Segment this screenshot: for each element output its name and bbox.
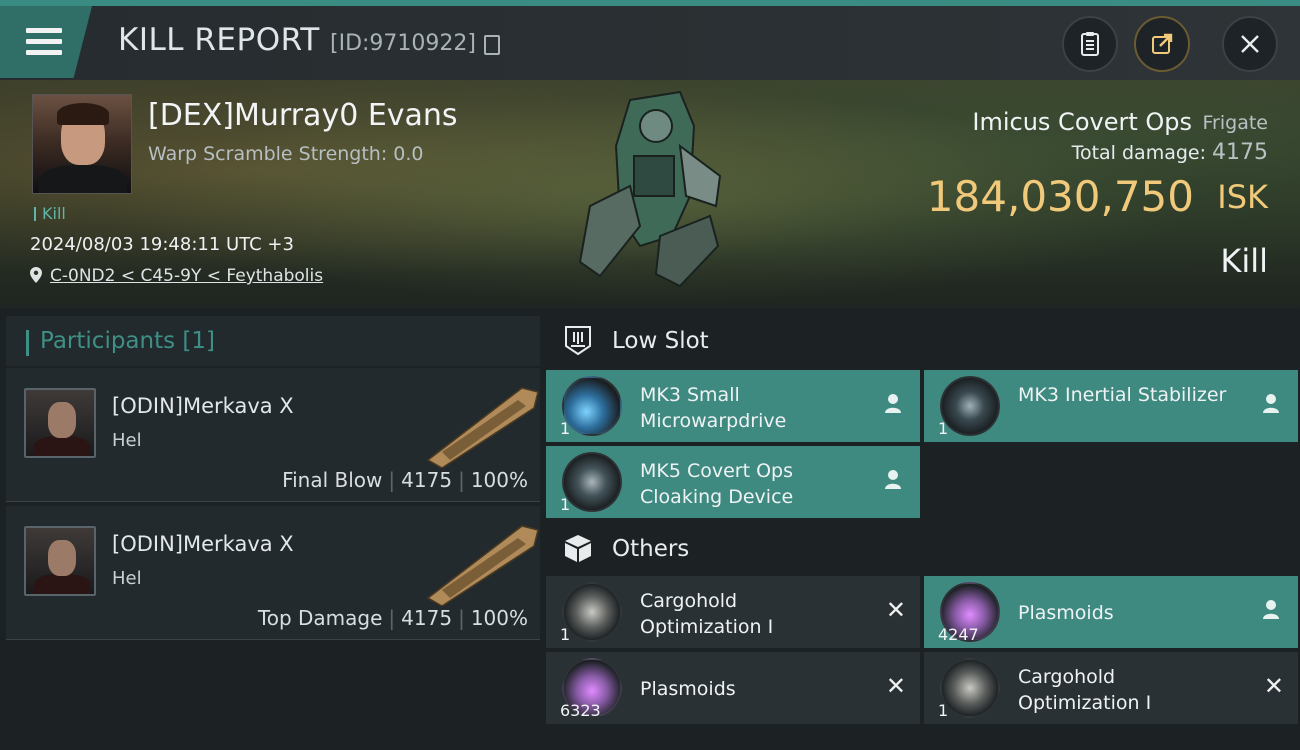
item-name: Plasmoids	[640, 678, 736, 700]
header-accent-line	[0, 0, 1300, 6]
low-slot-header: Low Slot	[544, 310, 1300, 370]
participants-panel: Participants [1] [ODIN]Merkava X Hel Fin…	[0, 308, 540, 750]
item-quantity: 6323	[560, 701, 601, 720]
module-quantity: 1	[560, 495, 571, 514]
close-button[interactable]	[1222, 16, 1278, 72]
module-quantity: 1	[938, 419, 949, 438]
share-button[interactable]	[1134, 16, 1190, 72]
victim-name[interactable]: [DEX]Murray0 Evans	[148, 98, 458, 133]
destroyed-icon: ✕	[1263, 672, 1284, 700]
module-name: MK3 Small Microwarpdrive	[640, 384, 787, 432]
kill-result: Kill	[1220, 242, 1268, 280]
clipboard-icon	[1081, 32, 1099, 56]
close-icon	[1241, 35, 1259, 53]
cargohold-optimization-icon	[562, 582, 622, 642]
participant-stats: Final Blow | 4175 | 100%	[282, 468, 528, 492]
participant-ship: Hel	[112, 430, 142, 451]
item-name: Cargohold Optimization I	[640, 590, 774, 638]
cargohold-optimization-icon	[940, 658, 1000, 718]
cargo-box-icon	[565, 535, 591, 562]
fitting-panel: Low Slot 1 MK3 Small Microwarpdrive 1 MK…	[544, 308, 1300, 750]
participant-row[interactable]: [ODIN]Merkava X Hel Final Blow | 4175 | 100%	[6, 368, 540, 502]
participant-role: Top Damage	[257, 606, 383, 630]
warp-scramble-strength: Warp Scramble Strength: 0.0	[148, 143, 424, 165]
isk-value: 184,030,750	[926, 172, 1194, 221]
others-label: Others	[612, 536, 690, 562]
kill-timestamp: 2024/08/03 19:48:11 UTC +3	[30, 234, 294, 255]
module-name: MK5 Covert Ops Cloaking Device	[640, 460, 794, 508]
participant-damage: 4175	[401, 606, 453, 630]
victim-banner: [DEX]Murray0 Evans Warp Scramble Strengt…	[0, 80, 1300, 308]
item-name: Cargohold Optimization I	[1018, 666, 1152, 714]
participant-portrait[interactable]	[24, 526, 96, 596]
participant-percent: 100%	[470, 468, 528, 492]
destroyed-icon: ✕	[885, 596, 906, 624]
isk-unit: ISK	[1217, 178, 1268, 216]
cargo-item[interactable]: 1 Cargohold Optimization I ✕	[546, 576, 920, 648]
low-slot-icon	[565, 326, 591, 356]
participant-name: [ODIN]Merkava X	[112, 394, 294, 418]
cloaking-device-icon	[562, 452, 622, 512]
location-link[interactable]: C-0ND2 < C45-9Y < Feythabolis	[50, 266, 323, 286]
participant-percent: 100%	[470, 606, 528, 630]
total-damage-value: 4175	[1212, 140, 1268, 165]
hamburger-menu-icon	[26, 28, 62, 56]
cargo-item[interactable]: 6323 Plasmoids ✕	[546, 652, 920, 724]
participants-title: Participants [1]	[26, 328, 215, 356]
others-header: Others	[544, 518, 1300, 578]
destroyed-icon: ✕	[885, 672, 906, 700]
module-slot[interactable]: 1 MK3 Inertial Stabilizer	[924, 370, 1298, 442]
low-slot-label: Low Slot	[612, 328, 709, 354]
cargo-item[interactable]: 4247 Plasmoids	[924, 576, 1298, 648]
item-name: Plasmoids	[1018, 602, 1114, 624]
page-title: KILL REPORT	[118, 22, 320, 58]
module-slot[interactable]: 1 MK5 Covert Ops Cloaking Device	[546, 446, 920, 518]
pilot-icon	[1263, 600, 1279, 619]
victim-ship-image[interactable]	[560, 86, 750, 302]
share-icon	[1152, 33, 1173, 54]
clipboard-button[interactable]	[1062, 16, 1118, 72]
pilot-icon	[1263, 394, 1279, 413]
item-quantity: 1	[938, 701, 949, 720]
participants-header: Participants [1]	[6, 316, 540, 366]
participant-row[interactable]: [ODIN]Merkava X Hel Top Damage | 4175 | 100%	[6, 506, 540, 640]
module-quantity: 1	[560, 419, 571, 438]
participant-role: Final Blow	[282, 468, 383, 492]
participant-stats: Top Damage | 4175 | 100%	[257, 606, 528, 630]
pilot-icon	[885, 394, 901, 413]
participant-damage: 4175	[401, 468, 453, 492]
module-name: MK3 Inertial Stabilizer	[1018, 384, 1227, 406]
kill-tag: Kill	[34, 204, 66, 223]
report-id: [ID:9710922]	[330, 31, 476, 56]
participant-ship-image	[426, 387, 539, 468]
inertial-stabilizer-icon	[940, 376, 1000, 436]
victim-portrait[interactable]	[32, 94, 132, 194]
participant-name: [ODIN]Merkava X	[112, 532, 294, 556]
menu-button[interactable]	[0, 6, 92, 78]
item-quantity: 4247	[938, 625, 979, 644]
total-damage-label: Total damage:	[1071, 142, 1206, 164]
participant-portrait[interactable]	[24, 388, 96, 458]
participant-ship-image	[426, 525, 539, 606]
item-quantity: 1	[560, 625, 571, 644]
cargo-item[interactable]: 1 Cargohold Optimization I ✕	[924, 652, 1298, 724]
header-bar: KILL REPORT [ID:9710922]	[0, 0, 1300, 80]
victim-ship-name: Imicus Covert Ops	[972, 108, 1192, 136]
location-pin-icon	[30, 267, 42, 283]
copy-id-icon[interactable]	[484, 35, 500, 55]
pilot-icon	[885, 470, 901, 489]
module-slot[interactable]: 1 MK3 Small Microwarpdrive	[546, 370, 920, 442]
victim-ship-class: Frigate	[1202, 112, 1268, 134]
participant-ship: Hel	[112, 568, 142, 589]
microwarpdrive-icon	[562, 376, 622, 436]
kill-location[interactable]: C-0ND2 < C45-9Y < Feythabolis	[30, 266, 323, 286]
